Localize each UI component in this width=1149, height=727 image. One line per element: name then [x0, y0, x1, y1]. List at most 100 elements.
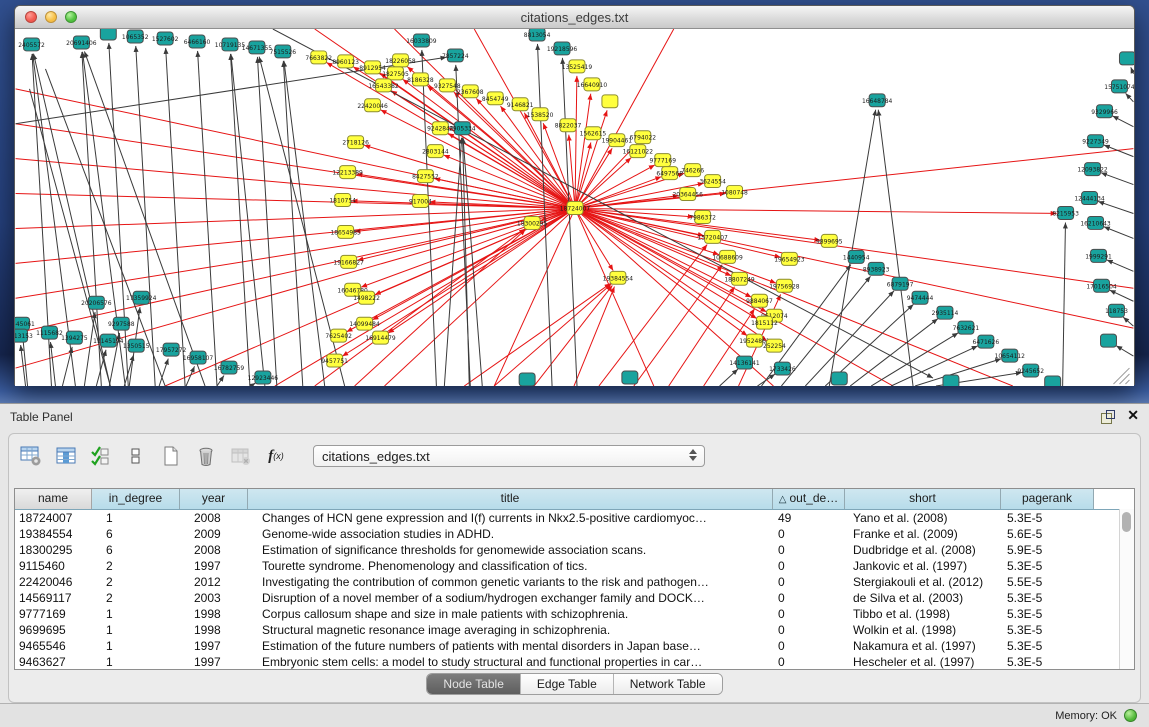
column-header-pagerank[interactable]: pagerank: [1001, 489, 1094, 509]
table-cell[interactable]: 1: [92, 638, 180, 654]
table-cell[interactable]: 1: [92, 510, 180, 526]
tab-edge-table[interactable]: Edge Table: [521, 674, 614, 694]
table-scrollbar-thumb[interactable]: [1122, 512, 1131, 532]
table-cell[interactable]: 5.3E-5: [1001, 558, 1094, 574]
table-cell[interactable]: Genome-wide association studies in ADHD.: [248, 526, 773, 542]
table-cell[interactable]: Dudbridge et al. (2008): [845, 542, 1001, 558]
graph-node[interactable]: [943, 375, 959, 386]
table-cell[interactable]: 1: [92, 606, 180, 622]
table-cell[interactable]: Wolkin et al. (1998): [845, 622, 1001, 638]
table-row[interactable]: 1456911722003Disruption of a novel membe…: [15, 590, 1134, 606]
table-cell[interactable]: Structural magnetic resonance image aver…: [248, 622, 773, 638]
table-cell[interactable]: 5.3E-5: [1001, 654, 1094, 670]
table-cell[interactable]: Estimation of significance thresholds fo…: [248, 542, 773, 558]
function-builder-icon[interactable]: f(x): [264, 444, 288, 468]
table-cell[interactable]: 1997: [180, 654, 248, 670]
table-cell[interactable]: 5.3E-5: [1001, 638, 1094, 654]
table-row[interactable]: 2242004622012Investigating the contribut…: [15, 574, 1134, 590]
table-cell[interactable]: 2: [92, 590, 180, 606]
table-cell[interactable]: 5.5E-5: [1001, 574, 1094, 590]
column-header-out_de[interactable]: △out_de…: [773, 489, 845, 509]
table-cell[interactable]: Estimation of the future numbers of pati…: [248, 638, 773, 654]
table-row[interactable]: 1872400712008Changes of HCN gene express…: [15, 510, 1134, 526]
graph-node[interactable]: [831, 372, 847, 385]
table-row[interactable]: 1830029562008Estimation of significance …: [15, 542, 1134, 558]
column-header-title[interactable]: title: [248, 489, 773, 509]
graph-node[interactable]: [519, 373, 535, 386]
network-view-window[interactable]: citations_edges.txt 24055722069140610653…: [14, 5, 1135, 385]
table-cell[interactable]: Tibbo et al. (1998): [845, 606, 1001, 622]
table-cell[interactable]: 5.9E-5: [1001, 542, 1094, 558]
table-cell[interactable]: 2: [92, 574, 180, 590]
row-height-icon[interactable]: [124, 444, 148, 468]
table-cell[interactable]: 1: [92, 654, 180, 670]
table-cell[interactable]: Hescheler et al. (1997): [845, 654, 1001, 670]
table-cell[interactable]: 5.6E-5: [1001, 526, 1094, 542]
table-cell[interactable]: Tourette syndrome. Phenomenology and cla…: [248, 558, 773, 574]
table-cell[interactable]: 0: [773, 526, 845, 542]
table-cell[interactable]: Yano et al. (2008): [845, 510, 1001, 526]
table-row[interactable]: 977716911998Corpus callosum shape and si…: [15, 606, 1134, 622]
table-row[interactable]: 946362711997Embryonic stem cells: a mode…: [15, 654, 1134, 670]
table-cell[interactable]: 2008: [180, 542, 248, 558]
table-cell[interactable]: 2003: [180, 590, 248, 606]
table-cell[interactable]: 0: [773, 542, 845, 558]
show-columns-icon[interactable]: [54, 444, 78, 468]
table-cell[interactable]: Disruption of a novel member of a sodium…: [248, 590, 773, 606]
table-settings-icon[interactable]: [19, 444, 43, 468]
table-cell[interactable]: 9465546: [15, 638, 92, 654]
window-titlebar[interactable]: citations_edges.txt: [15, 6, 1134, 29]
new-table-icon[interactable]: [159, 444, 183, 468]
table-cell[interactable]: 1997: [180, 558, 248, 574]
table-cell[interactable]: 1997: [180, 638, 248, 654]
table-cell[interactable]: Stergiakouli et al. (2012): [845, 574, 1001, 590]
tab-node-table[interactable]: Node Table: [427, 674, 521, 694]
table-cell[interactable]: 5.3E-5: [1001, 622, 1094, 638]
table-cell[interactable]: 0: [773, 574, 845, 590]
table-cell[interactable]: 19384554: [15, 526, 92, 542]
column-header-year[interactable]: year: [180, 489, 248, 509]
graph-node[interactable]: [1101, 334, 1117, 347]
table-cell[interactable]: Jankovic et al. (1997): [845, 558, 1001, 574]
table-cell[interactable]: 1: [92, 622, 180, 638]
close-panel-icon[interactable]: ✕: [1127, 407, 1139, 424]
graph-node[interactable]: [1119, 52, 1134, 65]
graph-node[interactable]: [100, 29, 116, 40]
table-cell[interactable]: 49: [773, 510, 845, 526]
network-canvas[interactable]: 2405572206914061065352152760264661601071…: [15, 29, 1134, 386]
table-cell[interactable]: 2: [92, 558, 180, 574]
graph-node[interactable]: [622, 371, 638, 384]
table-cell[interactable]: 1998: [180, 622, 248, 638]
table-cell[interactable]: 2012: [180, 574, 248, 590]
table-cell[interactable]: 6: [92, 542, 180, 558]
table-row[interactable]: 969969511998Structural magnetic resonanc…: [15, 622, 1134, 638]
table-cell[interactable]: 0: [773, 638, 845, 654]
table-row[interactable]: 911546021997Tourette syndrome. Phenomeno…: [15, 558, 1134, 574]
tab-network-table[interactable]: Network Table: [614, 674, 722, 694]
table-cell[interactable]: 14569117: [15, 590, 92, 606]
table-cell[interactable]: 9777169: [15, 606, 92, 622]
table-cell[interactable]: 9463627: [15, 654, 92, 670]
table-row[interactable]: 946554611997Estimation of the future num…: [15, 638, 1134, 654]
column-header-in_degree[interactable]: in_degree: [92, 489, 180, 509]
column-header-short[interactable]: short: [845, 489, 1001, 509]
table-cell[interactable]: 0: [773, 606, 845, 622]
table-cell[interactable]: Nakamura et al. (1997): [845, 638, 1001, 654]
select-rows-icon[interactable]: [89, 444, 113, 468]
table-cell[interactable]: 6: [92, 526, 180, 542]
table-cell[interactable]: 18724007: [15, 510, 92, 526]
table-cell[interactable]: 0: [773, 622, 845, 638]
table-cell[interactable]: 5.3E-5: [1001, 510, 1094, 526]
table-cell[interactable]: 9699695: [15, 622, 92, 638]
table-cell[interactable]: 0: [773, 590, 845, 606]
table-scrollbar[interactable]: [1119, 509, 1134, 669]
column-header-name[interactable]: name: [15, 489, 92, 509]
window-resize-grip[interactable]: [1119, 374, 1129, 384]
graph-node[interactable]: [602, 95, 618, 108]
table-cell[interactable]: Corpus callosum shape and size in male p…: [248, 606, 773, 622]
graph-node[interactable]: [1045, 376, 1061, 386]
table-cell[interactable]: 0: [773, 558, 845, 574]
table-cell[interactable]: Changes of HCN gene expression and I(f) …: [248, 510, 773, 526]
table-cell[interactable]: Investigating the contribution of common…: [248, 574, 773, 590]
table-cell[interactable]: 5.3E-5: [1001, 606, 1094, 622]
